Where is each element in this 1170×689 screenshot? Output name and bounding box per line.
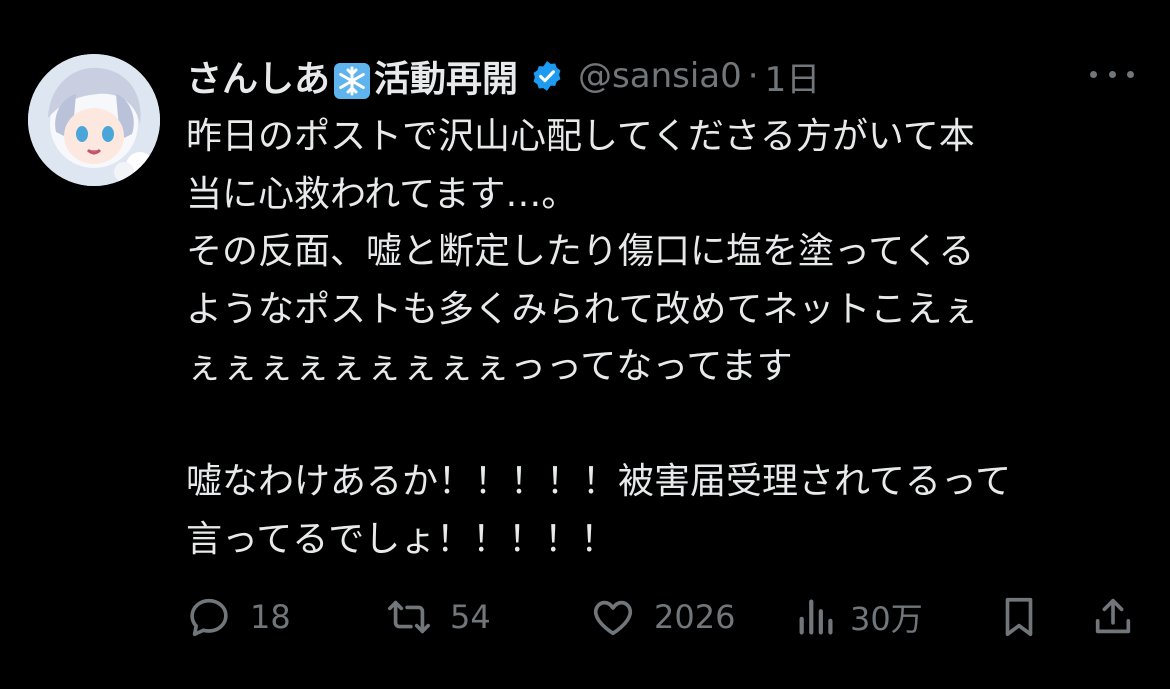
retweet-button[interactable]: 54	[386, 592, 491, 642]
tweet-line: ようなポストも多くみられて改めてネットこえぇ	[186, 288, 979, 330]
separator: ·	[747, 56, 759, 96]
views-chart-icon	[799, 599, 833, 635]
retweet-count: 54	[450, 598, 491, 636]
tweet-line: 当に心救われてます…。	[186, 173, 578, 215]
share-button[interactable]	[1090, 592, 1136, 642]
reply-count: 18	[250, 598, 291, 636]
tweet-line: 言ってるでしょ！！！！！	[186, 518, 617, 560]
tweet-line: 昨日のポストで沢山心配してくださる方がいて本	[186, 116, 975, 157]
more-options-icon[interactable]	[1090, 60, 1134, 88]
avatar-image	[28, 54, 160, 186]
snowflake-icon	[334, 63, 371, 99]
like-count: 2026	[654, 598, 736, 636]
display-name-text: さんしあ	[186, 59, 331, 100]
tweet-line: その反面、嘘と断定したり傷口に塩を塗ってくる	[186, 231, 975, 272]
display-name-suffix: 活動再開	[374, 59, 519, 100]
reply-icon	[190, 598, 228, 637]
views-count: 30万	[850, 600, 923, 638]
tweet-line: ぇぇぇぇぇぇぇぇぇっってなってます	[186, 346, 793, 387]
tweet-text: 昨日のポストで沢山心配してくださる方がいて本 当に心救われてます…。 その反面、…	[186, 108, 1126, 568]
reply-button[interactable]: 18	[186, 592, 291, 642]
heart-icon	[593, 600, 633, 636]
views-button[interactable]: 30万	[794, 592, 923, 642]
bookmark-button[interactable]	[996, 592, 1042, 642]
action-bar: 18 54 2026 30万	[186, 592, 1136, 642]
bookmark-icon	[1005, 597, 1033, 637]
dot	[1127, 70, 1134, 78]
dot	[1090, 70, 1097, 78]
handle[interactable]: @sansia0	[578, 56, 742, 96]
dot	[1108, 70, 1116, 78]
timestamp[interactable]: 1日	[765, 52, 821, 101]
like-button[interactable]: 2026	[590, 592, 735, 642]
tweet-line: 嘘なわけあるか！！！！！被害届受理されてるって	[186, 461, 1012, 502]
share-icon	[1095, 598, 1131, 634]
avatar[interactable]	[28, 54, 160, 186]
tweet-header: さんしあ 活動再開 @sansia0 · 1日	[186, 52, 820, 100]
tweet-line	[186, 396, 1126, 454]
verified-badge-icon[interactable]	[530, 59, 564, 93]
retweet-icon	[388, 600, 430, 634]
display-name[interactable]: さんしあ 活動再開	[186, 50, 518, 102]
